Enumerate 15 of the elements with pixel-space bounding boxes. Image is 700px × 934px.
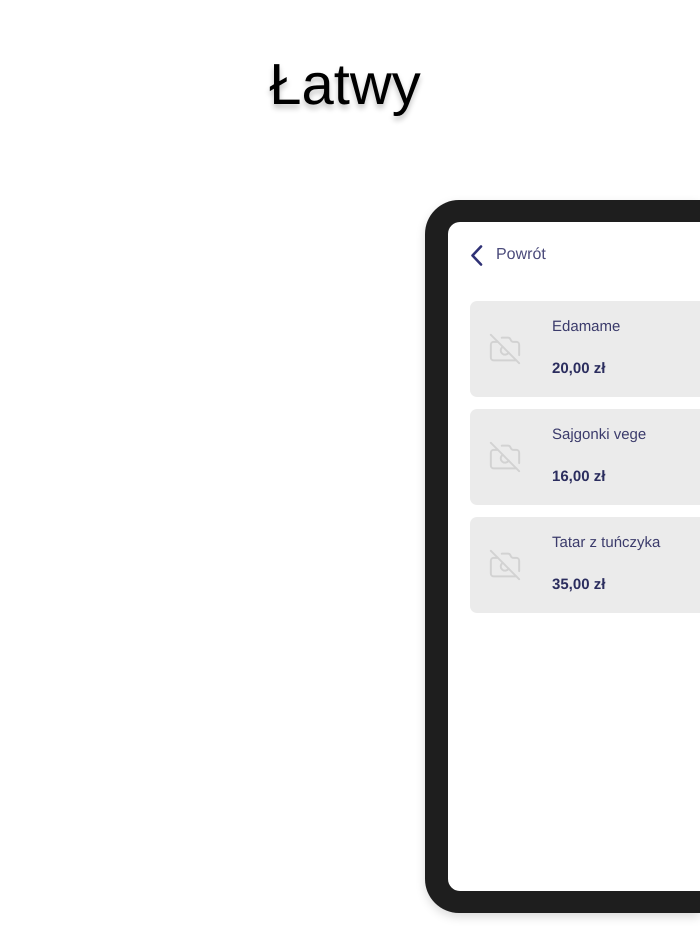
camera-off-icon	[488, 548, 522, 582]
product-name: Edamame	[552, 317, 620, 337]
camera-off-icon	[488, 332, 522, 366]
product-name: Tatar z tuńczyka	[552, 533, 660, 553]
product-name: Sajgonki vege	[552, 425, 646, 445]
product-card[interactable]: Sajgonki vege 16,00 zł	[470, 409, 700, 505]
camera-off-icon	[488, 440, 522, 474]
product-card[interactable]: Tatar z tuńczyka 35,00 zł	[470, 517, 700, 613]
product-price: 16,00 zł	[552, 467, 606, 487]
product-price: 35,00 zł	[552, 575, 606, 595]
product-price: 20,00 zł	[552, 359, 606, 379]
page-title: Łatwy	[269, 51, 421, 119]
chevron-left-icon	[470, 244, 483, 266]
product-card[interactable]: Edamame 20,00 zł	[470, 301, 700, 397]
back-link[interactable]: Powrót	[470, 244, 546, 266]
